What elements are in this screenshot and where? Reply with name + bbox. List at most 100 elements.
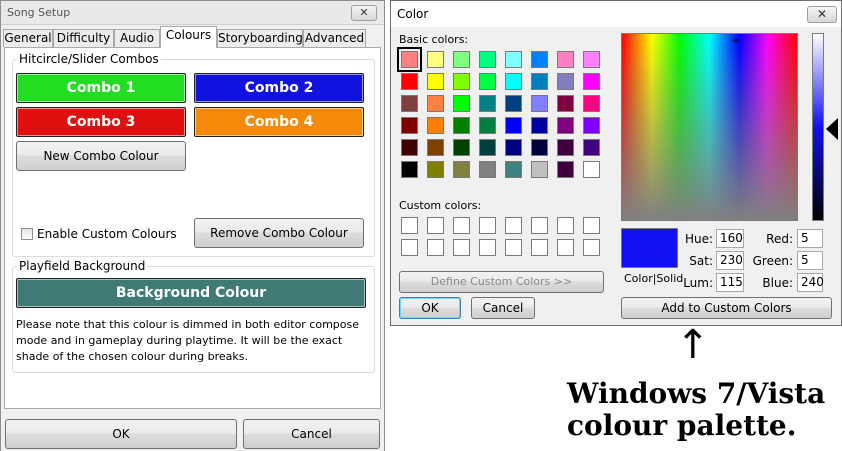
custom-color-swatch[interactable]	[479, 217, 496, 234]
basic-color-swatch[interactable]	[531, 117, 548, 134]
basic-color-swatch[interactable]	[479, 161, 496, 178]
basic-color-swatch[interactable]	[505, 95, 522, 112]
new-combo-colour-button[interactable]: New Combo Colour	[16, 141, 186, 171]
basic-color-swatch[interactable]	[427, 95, 444, 112]
tab-storyboarding[interactable]: Storyboarding	[217, 29, 303, 47]
custom-color-swatch[interactable]	[479, 239, 496, 256]
custom-color-swatch[interactable]	[505, 239, 522, 256]
basic-color-swatch[interactable]	[453, 73, 470, 90]
combo-2-button[interactable]: Combo 2	[194, 73, 364, 103]
basic-color-swatch[interactable]	[479, 139, 496, 156]
custom-color-swatch[interactable]	[531, 217, 548, 234]
basic-color-swatch[interactable]	[401, 117, 418, 134]
song-setup-titlebar: Song Setup ✕	[1, 1, 384, 25]
basic-color-swatch[interactable]	[427, 161, 444, 178]
basic-color-swatch[interactable]	[557, 161, 574, 178]
green-label: Green:	[752, 254, 793, 268]
combo-4-button[interactable]: Combo 4	[194, 107, 364, 137]
basic-color-swatch[interactable]	[505, 51, 522, 68]
basic-color-swatch[interactable]	[427, 51, 444, 68]
tab-advanced[interactable]: Advanced	[303, 29, 366, 47]
tab-audio[interactable]: Audio	[114, 29, 160, 47]
basic-color-swatch[interactable]	[531, 73, 548, 90]
enable-custom-colours-label: Enable Custom Colours	[37, 227, 177, 241]
custom-color-swatch[interactable]	[531, 239, 548, 256]
basic-color-swatch[interactable]	[557, 51, 574, 68]
tab-colours[interactable]: Colours	[160, 26, 217, 48]
dialog-close-button[interactable]: ✕	[807, 6, 837, 23]
luminosity-slider[interactable]	[812, 33, 824, 221]
hue-field[interactable]: 160	[716, 229, 744, 248]
custom-color-swatch[interactable]	[427, 217, 444, 234]
custom-color-swatch[interactable]	[453, 239, 470, 256]
cancel-button[interactable]: Cancel	[243, 419, 380, 449]
basic-color-swatch[interactable]	[505, 139, 522, 156]
basic-color-swatch[interactable]	[453, 117, 470, 134]
blue-field[interactable]: 240	[797, 273, 824, 292]
basic-color-swatch[interactable]	[479, 95, 496, 112]
caption-line-2: colour palette.	[567, 409, 797, 442]
green-field[interactable]: 5	[797, 251, 823, 270]
basic-color-swatch[interactable]	[557, 73, 574, 90]
basic-color-swatch[interactable]	[531, 51, 548, 68]
basic-color-swatch[interactable]	[505, 161, 522, 178]
ok-button[interactable]: OK	[5, 419, 237, 449]
basic-color-swatch[interactable]	[401, 139, 418, 156]
basic-color-swatch[interactable]	[453, 95, 470, 112]
custom-color-swatch[interactable]	[583, 239, 600, 256]
basic-color-swatch[interactable]	[557, 117, 574, 134]
basic-color-swatch[interactable]	[397, 47, 422, 72]
basic-color-swatch[interactable]	[479, 73, 496, 90]
basic-color-swatch[interactable]	[453, 139, 470, 156]
custom-color-swatch[interactable]	[583, 217, 600, 234]
basic-color-swatch[interactable]	[583, 161, 600, 178]
basic-color-swatch[interactable]	[479, 51, 496, 68]
dialog-cancel-button[interactable]: Cancel	[471, 297, 535, 319]
basic-color-swatch[interactable]	[531, 95, 548, 112]
basic-color-swatch[interactable]	[401, 73, 418, 90]
combo-1-button[interactable]: Combo 1	[16, 73, 186, 103]
basic-color-swatch[interactable]	[531, 139, 548, 156]
lum-field[interactable]: 115	[716, 273, 744, 292]
close-button[interactable]: ✕	[351, 5, 377, 21]
basic-color-swatch[interactable]	[505, 117, 522, 134]
basic-color-swatch[interactable]	[427, 117, 444, 134]
sat-field[interactable]: 230	[716, 251, 744, 270]
dialog-ok-button[interactable]: OK	[399, 297, 461, 319]
tab-difficulty[interactable]: Difficulty	[53, 29, 114, 47]
basic-color-swatch[interactable]	[479, 117, 496, 134]
basic-color-swatch[interactable]	[427, 73, 444, 90]
basic-color-swatch[interactable]	[427, 139, 444, 156]
custom-color-swatch[interactable]	[557, 217, 574, 234]
slider-arrow-icon[interactable]	[826, 118, 838, 140]
basic-color-swatch[interactable]	[557, 95, 574, 112]
close-icon: ✕	[816, 7, 828, 21]
basic-color-swatch[interactable]	[583, 117, 600, 134]
background-colour-button[interactable]: Background Colour	[16, 278, 366, 308]
basic-color-swatch[interactable]	[531, 161, 548, 178]
custom-color-swatch[interactable]	[401, 239, 418, 256]
basic-color-swatch[interactable]	[583, 73, 600, 90]
define-custom-colors-button[interactable]: Define Custom Colors >>	[399, 271, 604, 293]
custom-color-swatch[interactable]	[401, 217, 418, 234]
remove-combo-colour-button[interactable]: Remove Combo Colour	[194, 218, 364, 248]
basic-color-swatch[interactable]	[505, 73, 522, 90]
basic-color-swatch[interactable]	[453, 161, 470, 178]
custom-color-swatch[interactable]	[505, 217, 522, 234]
basic-color-swatch[interactable]	[401, 95, 418, 112]
custom-color-swatch[interactable]	[427, 239, 444, 256]
tab-general[interactable]: General	[3, 29, 53, 47]
basic-color-swatch[interactable]	[557, 139, 574, 156]
enable-custom-colours-checkbox[interactable]	[21, 228, 33, 240]
basic-color-swatch[interactable]	[583, 139, 600, 156]
basic-color-swatch[interactable]	[401, 161, 418, 178]
custom-color-swatch[interactable]	[557, 239, 574, 256]
custom-color-swatch[interactable]	[453, 217, 470, 234]
basic-color-swatch[interactable]	[583, 95, 600, 112]
add-to-custom-colors-button[interactable]: Add to Custom Colors	[621, 297, 832, 319]
basic-color-swatch[interactable]	[583, 51, 600, 68]
color-spectrum-picker[interactable]: ⌖	[621, 33, 798, 221]
basic-color-swatch[interactable]	[453, 51, 470, 68]
red-field[interactable]: 5	[797, 229, 823, 248]
combo-3-button[interactable]: Combo 3	[16, 107, 186, 137]
